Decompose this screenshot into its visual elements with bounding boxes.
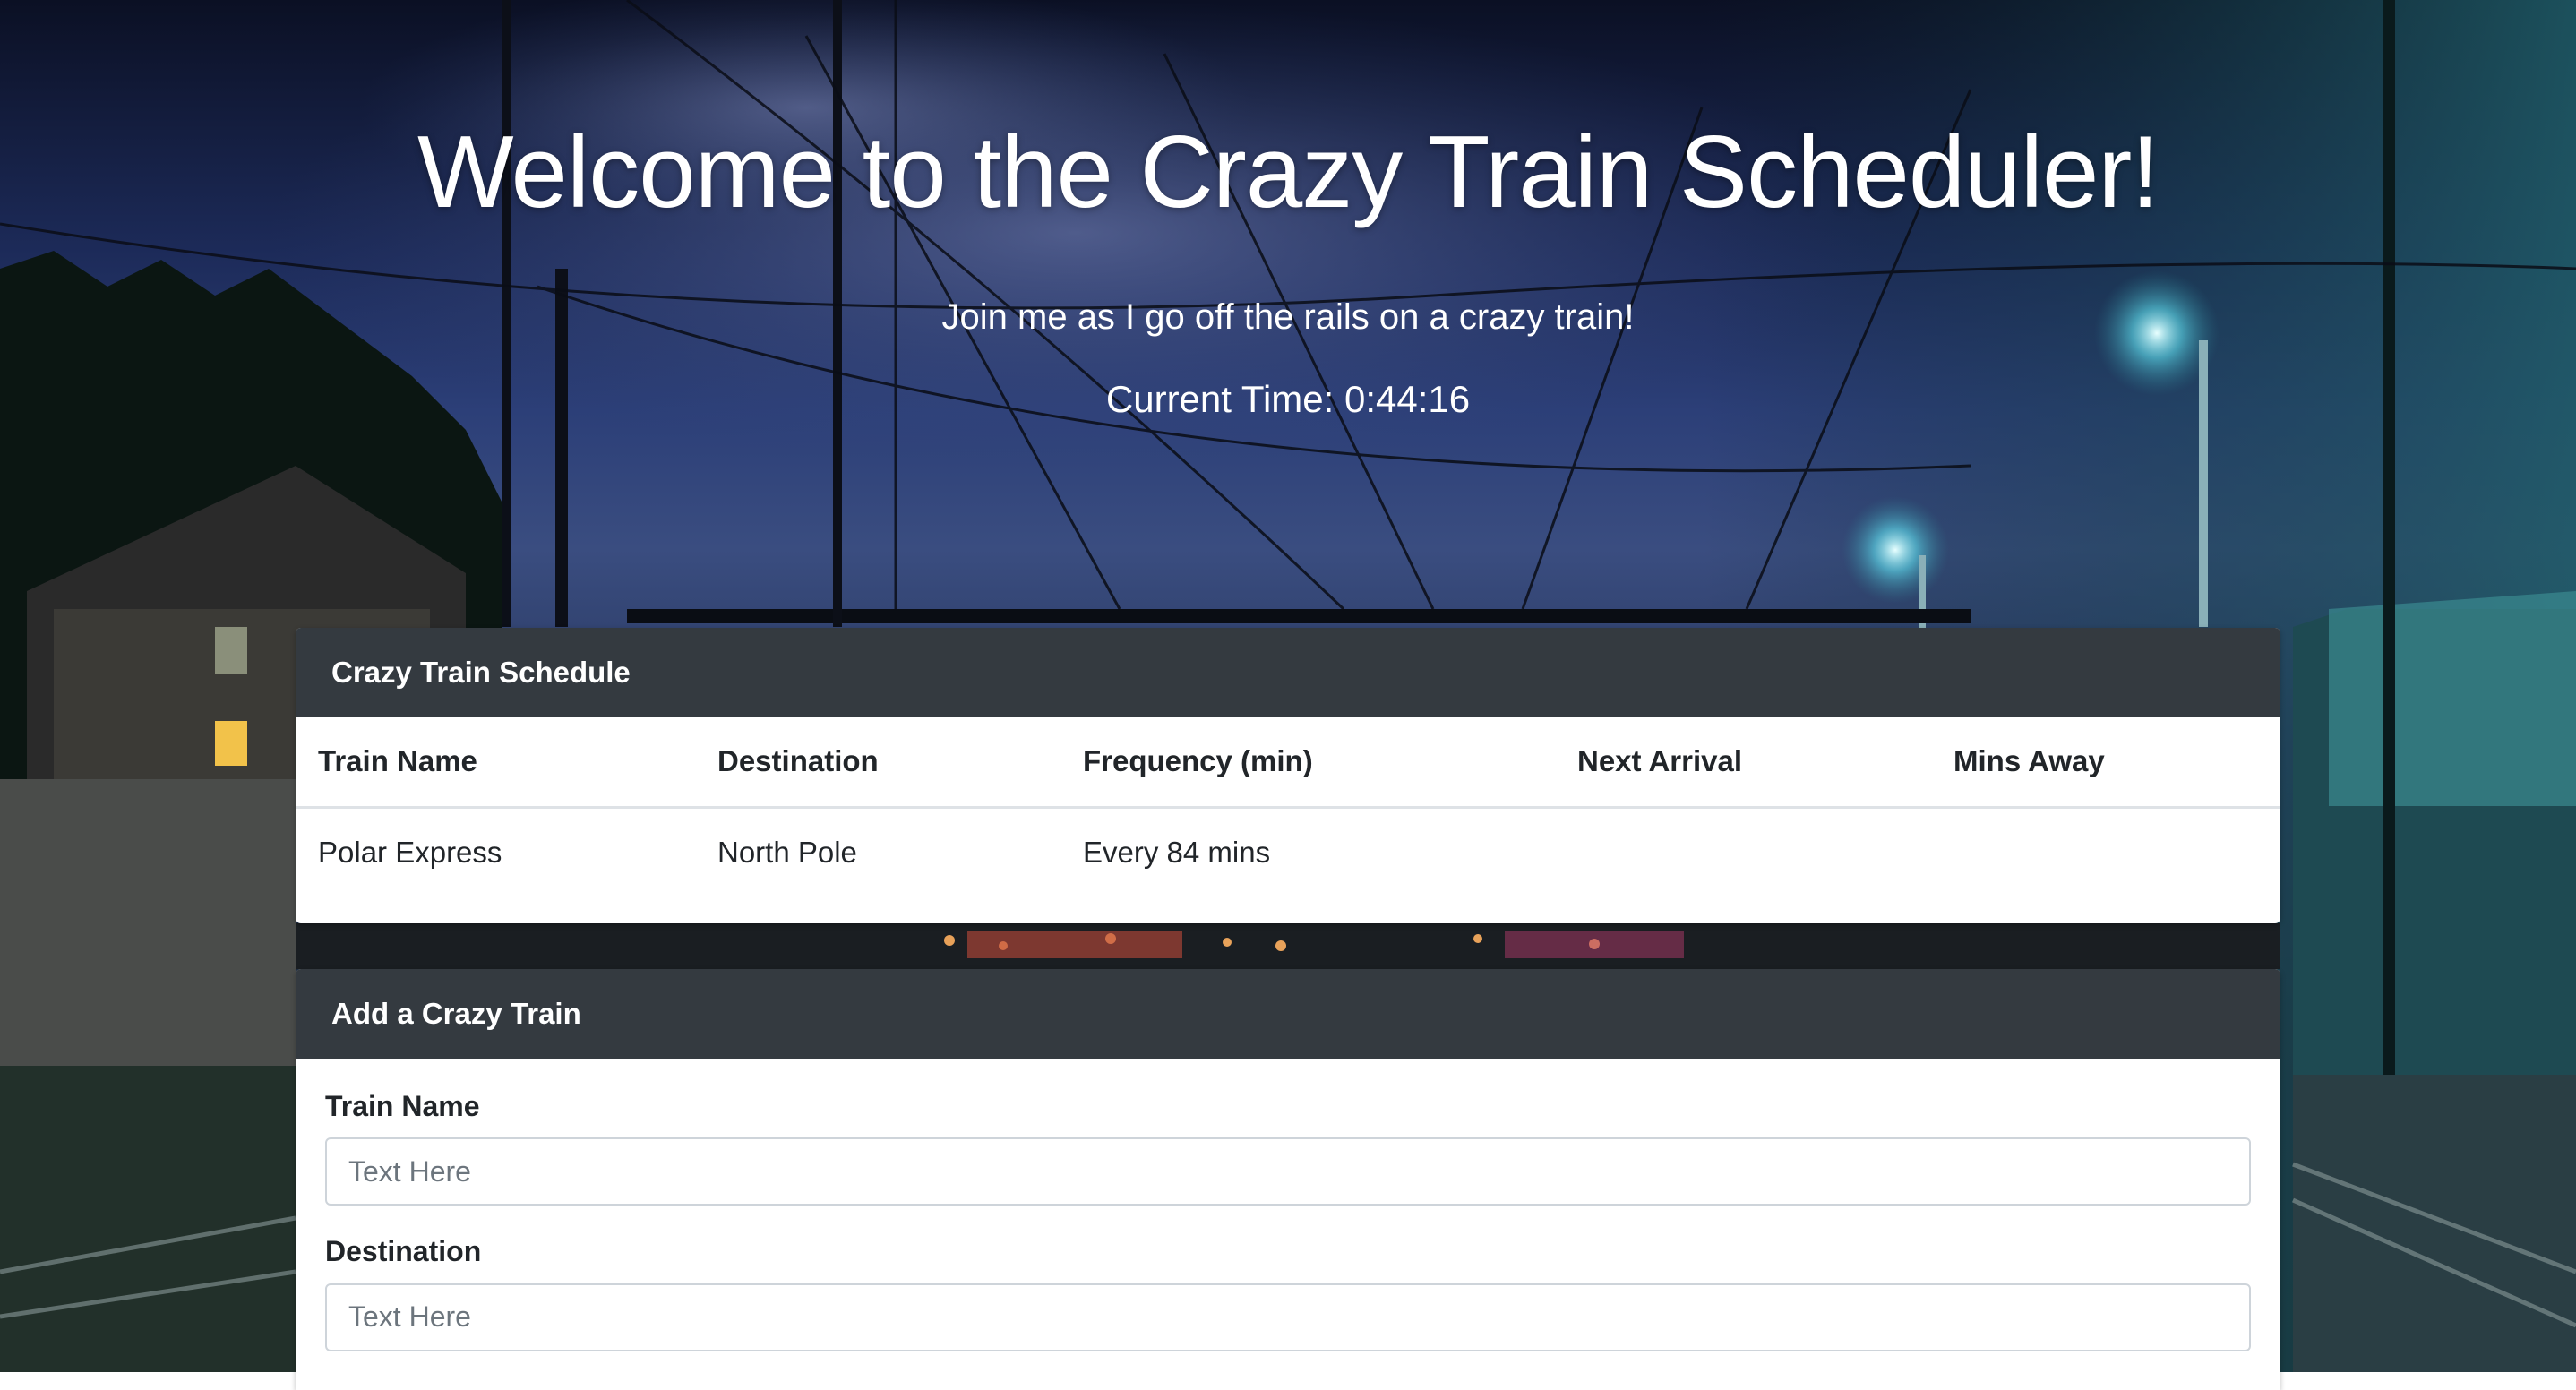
destination-input[interactable] xyxy=(325,1283,2251,1351)
train-name-group: Train Name xyxy=(325,1089,2251,1206)
cell-frequency: Every 84 mins xyxy=(1083,835,1271,869)
page-title: Welcome to the Crazy Train Scheduler! xyxy=(416,116,2160,229)
column-header-next-arrival: Next Arrival xyxy=(1555,717,1931,809)
column-header-train-name: Train Name xyxy=(296,717,695,809)
cell-train-name: Polar Express xyxy=(318,835,502,869)
train-name-label: Train Name xyxy=(325,1090,480,1122)
column-header-destination: Destination xyxy=(695,717,1060,809)
current-time: Current Time: 0:44:16 xyxy=(1105,378,1471,420)
schedule-card: Crazy Train Schedule Train Name Destinat… xyxy=(296,628,2280,923)
column-header-frequency: Frequency (min) xyxy=(1060,717,1555,809)
add-train-card: Add a Crazy Train Train Name Destination xyxy=(296,969,2280,1390)
cell-mins-away xyxy=(1931,807,2280,897)
train-name-input[interactable] xyxy=(325,1137,2251,1206)
page-subtitle: Join me as I go off the rails on a crazy… xyxy=(941,297,1635,337)
table-header-row: Train Name Destination Frequency (min) N… xyxy=(296,717,2280,809)
table-row: Polar Express North Pole Every 84 mins xyxy=(296,807,2280,897)
destination-label: Destination xyxy=(325,1235,482,1268)
destination-group: Destination xyxy=(325,1234,2251,1351)
schedule-card-header: Crazy Train Schedule xyxy=(296,628,2280,717)
schedule-table: Train Name Destination Frequency (min) N… xyxy=(296,717,2280,897)
cell-next-arrival xyxy=(1555,807,1931,897)
cell-destination: North Pole xyxy=(717,835,857,869)
add-train-form: Train Name Destination xyxy=(296,1059,2280,1351)
add-train-card-header: Add a Crazy Train xyxy=(296,969,2280,1059)
column-header-mins-away: Mins Away xyxy=(1931,717,2280,809)
